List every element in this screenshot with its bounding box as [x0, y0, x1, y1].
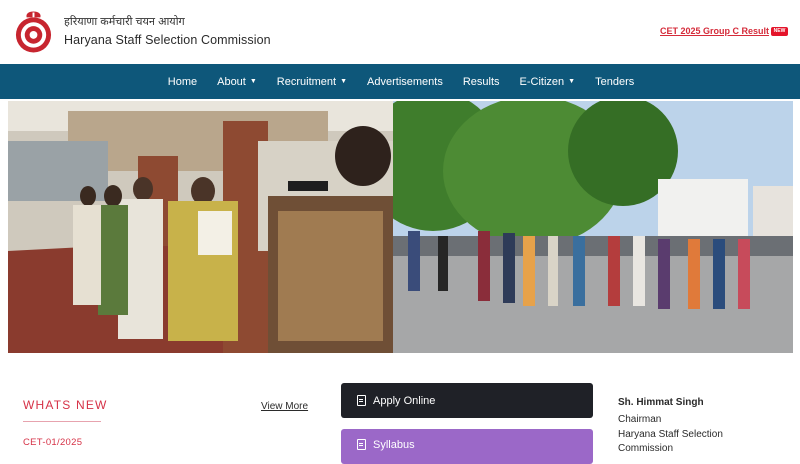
nav-item-home[interactable]: Home [158, 76, 207, 88]
cet-result-link[interactable]: CET 2025 Group C Result [660, 26, 769, 36]
document-icon [357, 439, 366, 450]
nav-label: Recruitment [276, 75, 337, 88]
chairman-org-continued: Commission [618, 443, 674, 454]
nav-item-ecitizen[interactable]: E-Citizen ▼ [510, 76, 586, 88]
nav-label: Home [167, 75, 198, 88]
whats-new-underline [23, 421, 101, 422]
nav-label: About [217, 75, 246, 88]
nav-label: Results [462, 75, 500, 88]
chairman-name: Sh. Himmat Singh [618, 397, 704, 408]
hero-photo-candidates-indoor [8, 101, 393, 353]
whats-new-heading: WHATS NEW [23, 398, 108, 412]
syllabus-button[interactable]: Syllabus [341, 429, 593, 464]
hssc-emblem-logo[interactable] [14, 9, 53, 55]
new-badge: NEW [771, 27, 788, 36]
hero-banner [8, 101, 793, 353]
chairman-role: Chairman [618, 414, 662, 425]
apply-online-label: Apply Online [373, 394, 436, 407]
nav-item-results[interactable]: Results [453, 76, 510, 88]
caret-down-icon: ▼ [568, 78, 576, 86]
news-item[interactable]: CET-01/2025 [23, 437, 82, 448]
nav-item-recruitment[interactable]: Recruitment ▼ [267, 76, 357, 88]
main-navbar: Home About ▼ Recruitment ▼ Advertisements … [0, 64, 800, 99]
view-more-link[interactable]: View More [261, 401, 308, 412]
nav-label: Advertisements [367, 75, 443, 88]
nav-label: Tenders [595, 75, 635, 88]
org-name-hindi: हरियाणा कर्मचारी चयन आयोग [64, 16, 185, 28]
org-name-english: Haryana Staff Selection Commission [64, 33, 271, 47]
caret-down-icon: ▼ [249, 78, 257, 86]
document-icon [357, 395, 366, 406]
nav-item-advertisements[interactable]: Advertisements [357, 76, 453, 88]
chairman-org: Haryana Staff Selection [618, 429, 723, 440]
nav-item-tenders[interactable]: Tenders [585, 76, 644, 88]
site-header: हरियाणा कर्मचारी चयन आयोग Haryana Staff … [0, 0, 800, 64]
apply-online-button[interactable]: Apply Online [341, 383, 593, 418]
hero-photo-candidates-outdoor [393, 101, 793, 353]
caret-down-icon: ▼ [340, 78, 348, 86]
nav-label: E-Citizen [519, 75, 565, 88]
nav-item-about[interactable]: About ▼ [207, 76, 267, 88]
syllabus-label: Syllabus [373, 439, 415, 451]
